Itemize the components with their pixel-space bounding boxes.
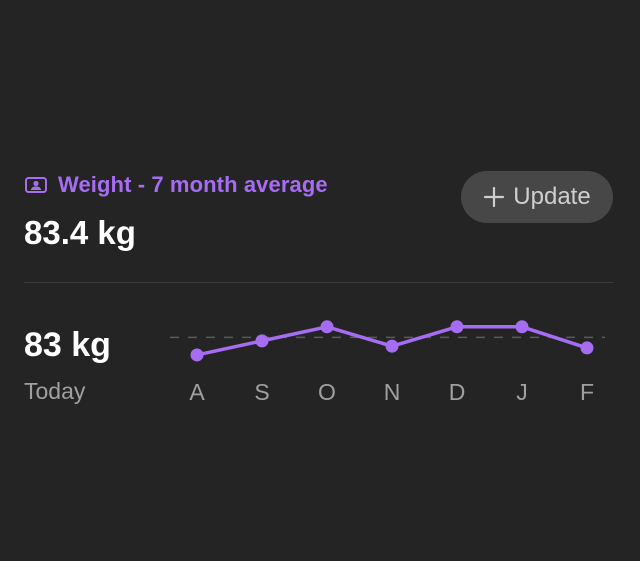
divider (24, 282, 613, 283)
x-tick-label: A (189, 379, 205, 405)
weight-series-line (196, 325, 588, 357)
data-point-a (190, 348, 204, 362)
data-point-o (320, 320, 334, 334)
data-point-f (580, 341, 594, 355)
data-point-s (255, 334, 269, 348)
x-tick-label: J (516, 379, 528, 405)
x-tick-label: O (318, 379, 336, 405)
person-badge-icon (24, 173, 48, 197)
x-tick-label: D (449, 379, 466, 405)
card-header: Weight - 7 month average (24, 172, 328, 198)
weight-card: Weight - 7 month average 83.4 kg Update … (0, 0, 640, 561)
average-weight-value: 83.4 kg (24, 214, 136, 251)
update-button-label: Update (513, 183, 591, 210)
plus-icon (483, 186, 505, 208)
x-tick-label: S (254, 379, 269, 405)
update-button[interactable]: Update (461, 171, 613, 223)
today-weight-value: 83 kg (24, 326, 111, 364)
card-title: Weight - 7 month average (58, 172, 328, 197)
data-point-n (385, 339, 399, 353)
weight-line-chart: ASONDJF (170, 320, 605, 405)
x-tick-label: N (384, 379, 401, 405)
data-point-j (515, 320, 529, 334)
today-label: Today (24, 378, 86, 404)
x-tick-label: F (580, 379, 594, 405)
data-point-d (450, 320, 464, 334)
